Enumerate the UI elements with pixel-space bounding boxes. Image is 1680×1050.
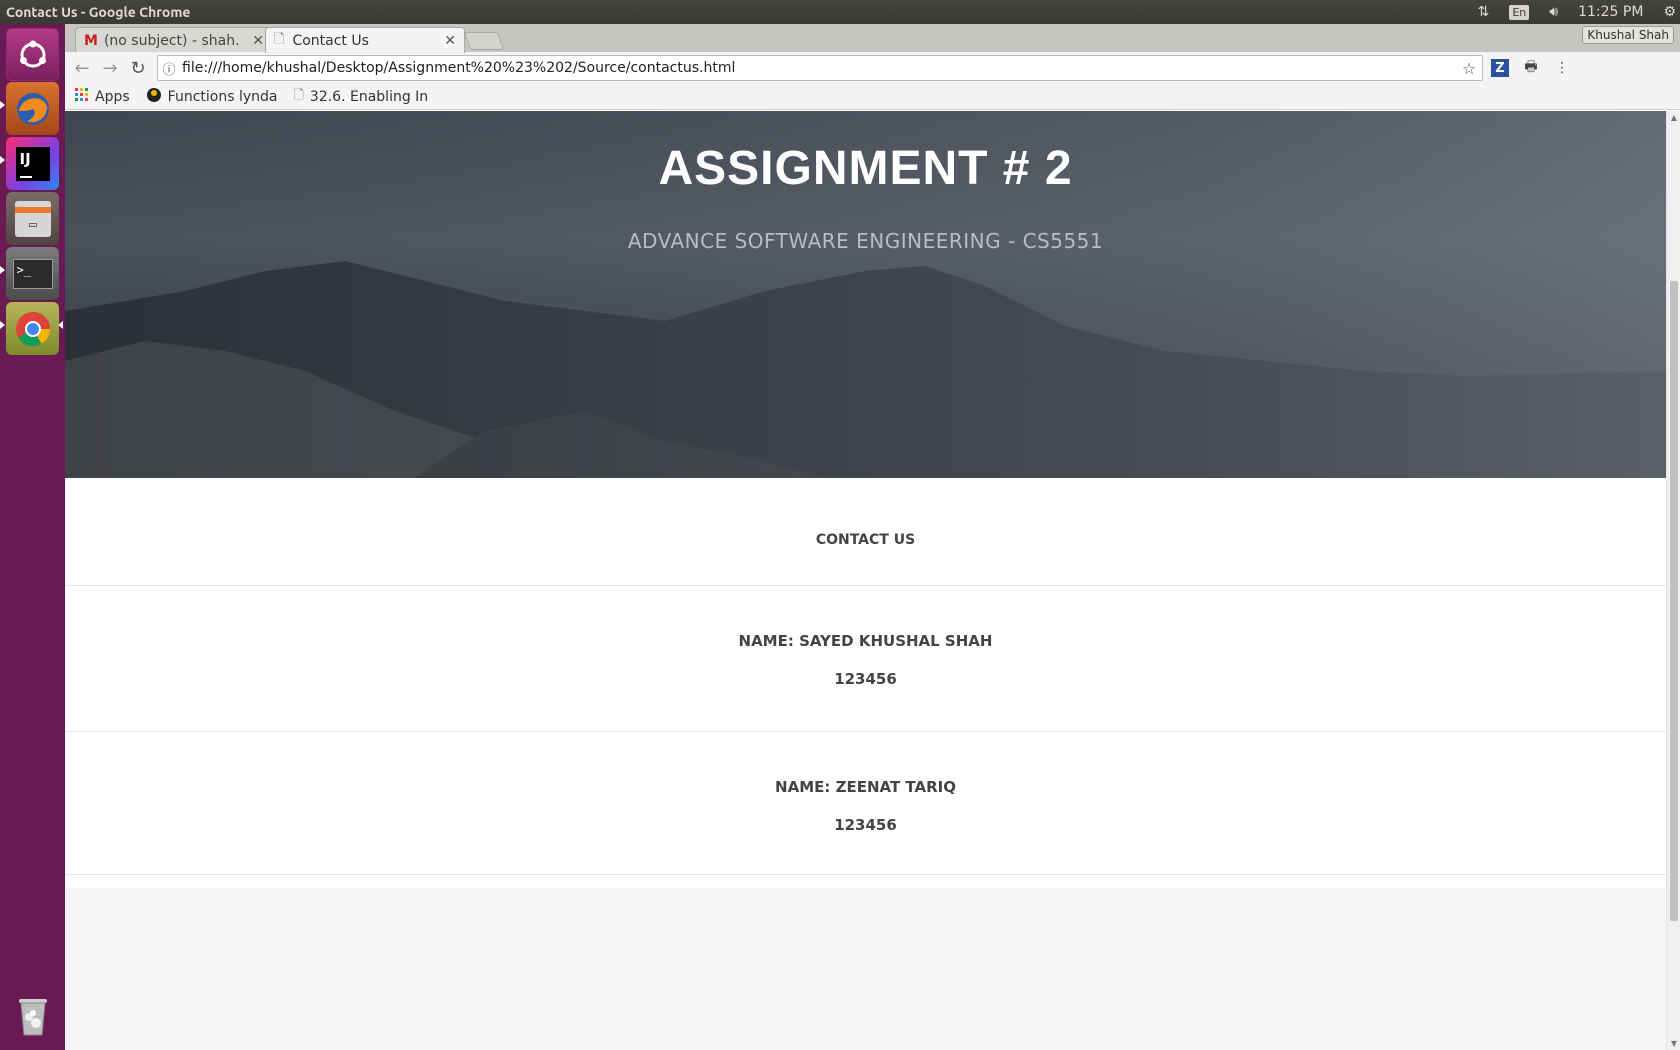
keyboard-indicator[interactable]: En (1499, 0, 1539, 24)
terminal-icon[interactable]: >_ (6, 247, 59, 300)
files-icon[interactable] (6, 192, 59, 245)
forward-button[interactable]: → (97, 55, 123, 81)
divider (65, 731, 1666, 732)
network-icon[interactable]: ⇅ (1468, 0, 1500, 24)
apps-grid-icon (75, 87, 89, 106)
page-title: ASSIGNMENT # 2 (658, 142, 1073, 195)
lynda-icon (146, 87, 162, 107)
star-icon[interactable]: ☆ (1456, 59, 1482, 78)
close-icon[interactable]: ✕ (444, 33, 456, 49)
reload-button[interactable]: ↻ (125, 55, 151, 81)
intellij-icon[interactable]: IJ (6, 137, 59, 190)
clock[interactable]: 11:25 PM (1568, 0, 1653, 24)
contact-name: NAME: SAYED KHUSHAL SHAH (738, 632, 993, 650)
page-content: ASSIGNMENT # 2 ADVANCE SOFTWARE ENGINEER… (65, 111, 1666, 1050)
chrome-icon[interactable] (6, 302, 59, 355)
page-icon: 🗋 (274, 31, 285, 47)
profile-button[interactable]: Khushal Shah (1582, 26, 1674, 44)
bookmark-label: Apps (95, 88, 130, 105)
page-icon: 🗋 (293, 87, 304, 103)
contact-name: NAME: ZEENAT TARIQ (775, 778, 956, 796)
browser-window: M (no subject) - shah. ✕ 🗋 Contact Us ✕ … (65, 24, 1680, 1050)
contact-number: 123456 (834, 816, 897, 834)
page-subtitle: ADVANCE SOFTWARE ENGINEERING - CS5551 (627, 229, 1104, 253)
bookmark-functions-lynda[interactable]: Functions lynda (146, 87, 278, 107)
page-scrollbar[interactable]: ▲ ▼ (1666, 111, 1680, 1050)
window-title: Contact Us - Google Chrome (6, 4, 191, 20)
firefox-icon[interactable] (6, 82, 59, 135)
back-button[interactable]: ← (69, 55, 95, 81)
bookmark-label: Functions lynda (167, 88, 278, 105)
bookmarks-bar: Apps Functions lynda 🗋 32.6. Enabling In (65, 84, 1680, 110)
print-extension-icon[interactable]: 🖶 (1520, 57, 1542, 79)
address-bar[interactable]: ⓘ file:///home/khushal/Desktop/Assignmen… (157, 55, 1483, 81)
zotero-extension-icon[interactable]: Z (1491, 59, 1509, 77)
tab-label: Contact Us (292, 32, 369, 49)
bookmark-label: 32.6. Enabling In (309, 88, 429, 105)
scroll-up-arrow[interactable]: ▲ (1669, 113, 1679, 122)
trash-icon[interactable] (6, 988, 59, 1041)
tab-label: (no subject) - shah. (103, 32, 240, 49)
bookmark-enabling[interactable]: 🗋 32.6. Enabling In (293, 86, 428, 108)
tab-strip: M (no subject) - shah. ✕ 🗋 Contact Us ✕ … (65, 24, 1680, 53)
contact-number: 123456 (834, 670, 897, 688)
gear-icon[interactable]: ⚙ (1653, 0, 1680, 24)
close-icon[interactable]: ✕ (252, 33, 264, 49)
toolbar: ← → ↻ ⓘ file:///home/khushal/Desktop/Ass… (65, 52, 1680, 84)
tab-contact-us[interactable]: 🗋 Contact Us ✕ (265, 27, 465, 53)
contact-section: CONTACT US NAME: SAYED KHUSHAL SHAH 1234… (65, 478, 1666, 888)
section-heading: CONTACT US (815, 532, 916, 548)
url-text[interactable]: file:///home/khushal/Desktop/Assignment%… (180, 60, 1456, 76)
top-panel: Contact Us - Google Chrome ⇅ En 🔊︎ 11:25… (0, 0, 1680, 24)
scroll-thumb[interactable] (1670, 281, 1678, 921)
tab-gmail[interactable]: M (no subject) - shah. ✕ (75, 27, 273, 53)
bookmark-apps[interactable]: Apps (75, 87, 130, 106)
new-tab-button[interactable] (463, 32, 505, 50)
ubuntu-dash-icon[interactable] (6, 28, 59, 81)
gmail-icon: M (84, 32, 98, 49)
divider (65, 585, 1666, 586)
menu-icon[interactable]: ⋮ (1551, 57, 1573, 79)
volume-icon[interactable]: 🔊︎ (1539, 0, 1568, 24)
launcher: IJ >_ (0, 24, 65, 1050)
scroll-down-arrow[interactable]: ▼ (1669, 1039, 1679, 1048)
info-icon[interactable]: ⓘ (158, 59, 180, 78)
keyboard-lang: En (1509, 4, 1530, 20)
hero-banner: ASSIGNMENT # 2 ADVANCE SOFTWARE ENGINEER… (65, 111, 1666, 478)
divider (65, 874, 1666, 875)
